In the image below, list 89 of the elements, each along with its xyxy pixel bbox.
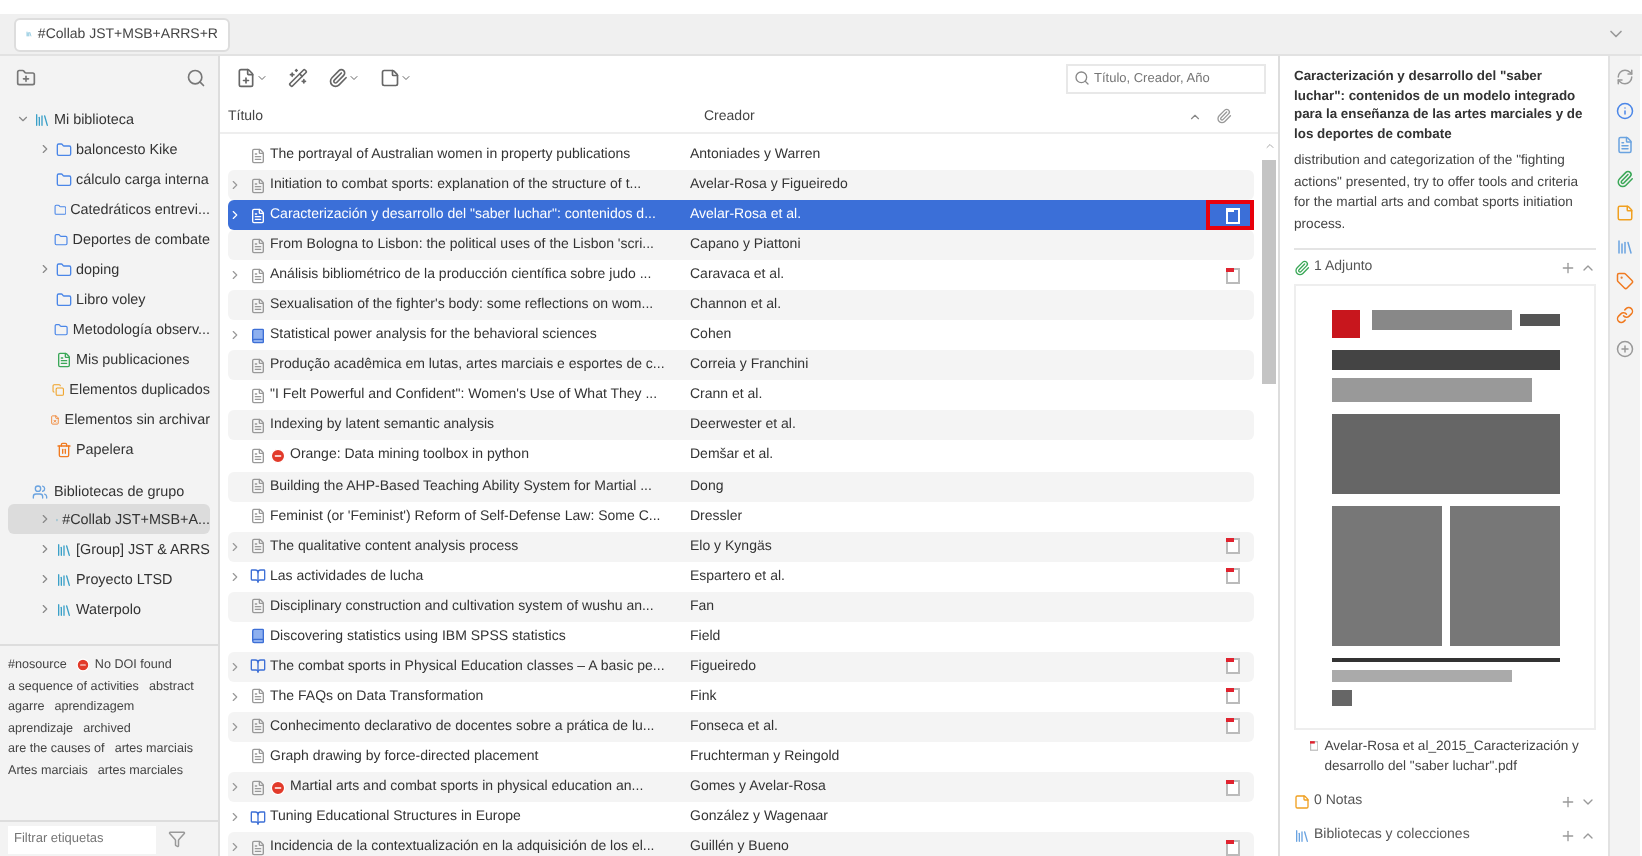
document-icon bbox=[50, 411, 61, 427]
folder-icon bbox=[56, 171, 72, 187]
paperclip-icon bbox=[1216, 108, 1232, 124]
chevron-right-icon bbox=[228, 268, 242, 283]
paperclip-icon[interactable] bbox=[1616, 170, 1634, 188]
library-icon bbox=[56, 601, 72, 617]
document-icon bbox=[250, 417, 266, 434]
document-icon bbox=[250, 779, 266, 795]
add-attachment-button[interactable] bbox=[324, 68, 364, 88]
scrollbar-thumb[interactable] bbox=[1262, 160, 1276, 384]
chevron-right-icon bbox=[38, 262, 52, 276]
search-icon[interactable] bbox=[1074, 70, 1090, 86]
chevron-down-icon bbox=[16, 112, 30, 126]
library-icon bbox=[56, 571, 72, 587]
book-icon bbox=[250, 628, 266, 645]
folder-icon bbox=[54, 231, 69, 247]
document-icon bbox=[250, 688, 266, 705]
pdf-icon[interactable] bbox=[1225, 839, 1239, 856]
pdf-icon[interactable] bbox=[1225, 718, 1239, 735]
document-icon bbox=[250, 839, 266, 856]
pdf-icon[interactable] bbox=[1225, 779, 1239, 795]
plus-icon bbox=[1560, 259, 1576, 276]
pdf-icon[interactable] bbox=[1310, 738, 1319, 755]
error-icon bbox=[270, 447, 286, 464]
library-icon bbox=[34, 111, 50, 127]
caret-icon bbox=[256, 72, 268, 84]
info-icon[interactable] bbox=[1616, 102, 1634, 120]
library-icon bbox=[56, 541, 72, 557]
sort-icon bbox=[1188, 109, 1202, 123]
chevron-right-icon bbox=[228, 328, 242, 343]
magic-wand-button[interactable] bbox=[284, 68, 312, 88]
pdf-icon[interactable] bbox=[1225, 658, 1239, 675]
chevron-right-icon bbox=[228, 780, 242, 794]
pdf-icon[interactable] bbox=[1225, 688, 1239, 705]
folder-icon bbox=[54, 321, 69, 337]
document-icon bbox=[250, 177, 266, 194]
document-icon bbox=[250, 508, 266, 525]
folder-icon bbox=[56, 141, 72, 157]
folder-icon bbox=[56, 291, 72, 307]
chevron-right-icon bbox=[38, 542, 52, 556]
tag-icon[interactable] bbox=[1616, 272, 1634, 290]
document-icon bbox=[250, 748, 266, 765]
error-icon bbox=[270, 779, 286, 795]
chevron-right-icon bbox=[38, 142, 52, 156]
pdf-icon[interactable] bbox=[1225, 568, 1239, 585]
note-icon bbox=[1294, 793, 1310, 810]
plus-icon bbox=[1560, 827, 1576, 844]
open-book-icon bbox=[250, 809, 266, 826]
document-icon bbox=[250, 207, 266, 224]
new-collection-icon[interactable] bbox=[16, 68, 36, 88]
pdf-icon[interactable] bbox=[1225, 538, 1239, 555]
document-icon bbox=[250, 447, 266, 464]
document-icon bbox=[250, 478, 266, 495]
chevron-right-icon bbox=[38, 512, 52, 526]
paperclip-icon bbox=[1294, 259, 1310, 276]
plus-icon bbox=[1560, 793, 1576, 810]
new-note-button[interactable] bbox=[376, 68, 416, 88]
folder-icon bbox=[53, 201, 67, 217]
document-icon bbox=[250, 598, 266, 615]
caret-icon bbox=[348, 72, 360, 84]
chevron-right-icon bbox=[38, 572, 52, 586]
library-icon[interactable] bbox=[1616, 238, 1634, 256]
chevron-right-icon bbox=[38, 602, 52, 616]
open-book-icon bbox=[250, 658, 266, 675]
document-icon bbox=[250, 718, 266, 735]
caret-icon bbox=[400, 72, 412, 84]
document-icon bbox=[250, 267, 266, 284]
library-icon bbox=[1294, 827, 1310, 844]
pdf-icon[interactable] bbox=[1225, 267, 1239, 284]
folder-icon bbox=[56, 261, 72, 277]
document-icon bbox=[250, 387, 266, 404]
link-icon[interactable] bbox=[1616, 306, 1634, 324]
abstract-icon[interactable] bbox=[1616, 136, 1634, 154]
filter-icon[interactable] bbox=[168, 830, 186, 848]
document-icon bbox=[250, 538, 266, 555]
document-icon bbox=[56, 351, 72, 367]
open-book-icon bbox=[250, 568, 266, 585]
copy-icon bbox=[52, 381, 66, 397]
sync-icon[interactable] bbox=[1616, 68, 1634, 86]
add-icon[interactable] bbox=[1616, 340, 1634, 358]
document-icon bbox=[250, 147, 266, 164]
search-icon[interactable] bbox=[186, 68, 206, 88]
document-icon bbox=[250, 357, 266, 374]
group-icon bbox=[32, 484, 48, 500]
book-icon bbox=[250, 327, 266, 344]
trash-icon bbox=[56, 441, 72, 457]
document-icon bbox=[250, 237, 266, 254]
document-icon bbox=[250, 297, 266, 314]
error-icon bbox=[76, 658, 91, 673]
